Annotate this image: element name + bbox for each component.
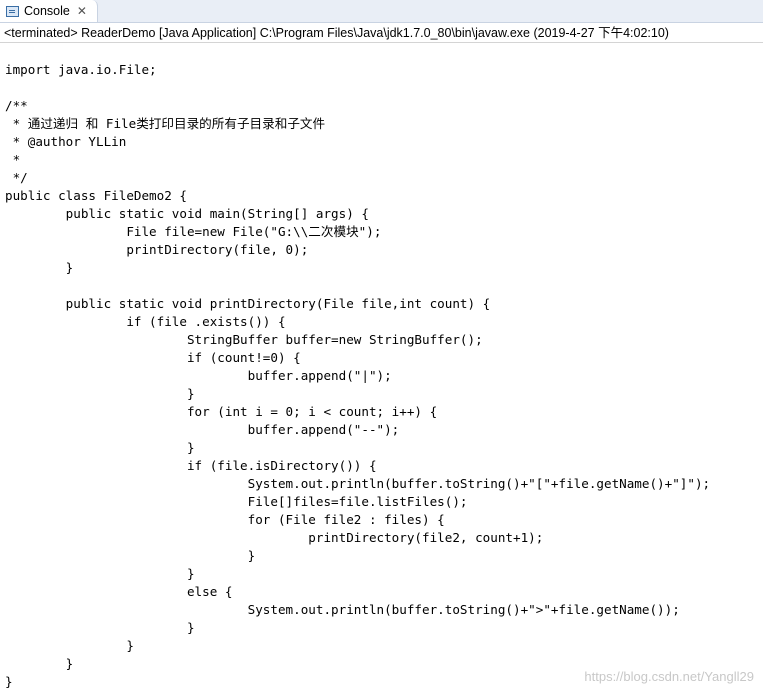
console-line: StringBuffer buffer=new StringBuffer();	[5, 332, 483, 347]
tab-console-label: Console	[24, 4, 70, 18]
tab-console[interactable]: Console ✕	[0, 0, 98, 22]
console-line: System.out.println(buffer.toString()+"["…	[5, 476, 711, 491]
console-line: }	[5, 260, 74, 275]
console-line: buffer.append("|");	[5, 368, 392, 383]
console-line: public class FileDemo2 {	[5, 188, 187, 203]
process-status-line: <terminated> ReaderDemo [Java Applicatio…	[0, 23, 763, 43]
console-line: public static void printDirectory(File f…	[5, 296, 491, 311]
console-line: }	[5, 620, 195, 635]
console-line: import java.io.File;	[5, 62, 157, 77]
watermark: https://blog.csdn.net/Yangll29	[584, 669, 754, 684]
close-icon[interactable]: ✕	[77, 5, 87, 17]
console-line: printDirectory(file, 0);	[5, 242, 309, 257]
console-line: if (count!=0) {	[5, 350, 301, 365]
console-line: * @author YLLin	[5, 134, 127, 149]
console-line: buffer.append("--");	[5, 422, 400, 437]
console-line: for (File file2 : files) {	[5, 512, 445, 527]
console-icon	[6, 5, 19, 17]
console-line: File[]files=file.listFiles();	[5, 494, 468, 509]
console-line: /**	[5, 98, 28, 113]
console-line: *	[5, 152, 21, 167]
console-line: }	[5, 440, 195, 455]
console-line: }	[5, 548, 256, 563]
console-line: printDirectory(file2, count+1);	[5, 530, 544, 545]
console-line: }	[5, 386, 195, 401]
console-line: if (file.isDirectory()) {	[5, 458, 377, 473]
console-line: else {	[5, 584, 233, 599]
console-line: for (int i = 0; i < count; i++) {	[5, 404, 438, 419]
console-line: }	[5, 638, 134, 653]
console-line: System.out.println(buffer.toString()+">"…	[5, 602, 680, 617]
console-line: */	[5, 170, 28, 185]
view-tab-bar: Console ✕	[0, 0, 763, 23]
console-line: File file=new File("G:\\二次模块");	[5, 224, 382, 239]
console-line: if (file .exists()) {	[5, 314, 286, 329]
console-line: }	[5, 566, 195, 581]
console-line: * 通过递归 和 File类打印目录的所有子目录和子文件	[5, 116, 326, 131]
console-line: public static void main(String[] args) {	[5, 206, 369, 221]
console-output[interactable]: import java.io.File; /** * 通过递归 和 File类打印…	[5, 61, 710, 691]
